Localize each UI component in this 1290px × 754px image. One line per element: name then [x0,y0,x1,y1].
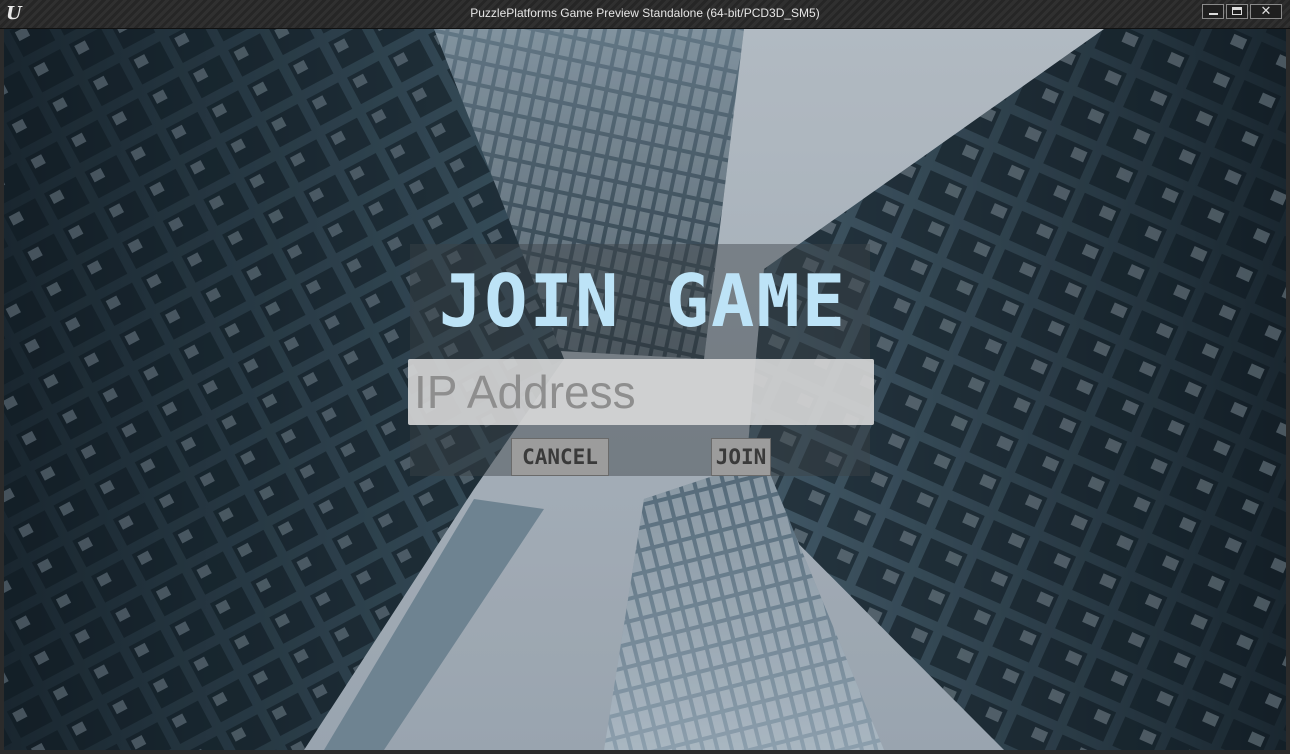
maximize-button[interactable] [1226,4,1248,19]
join-button[interactable]: JOIN [711,438,771,476]
maximize-icon [1232,7,1242,15]
minimize-button[interactable] [1202,4,1224,19]
close-icon: ✕ [1260,4,1272,19]
window-controls: ✕ [1202,4,1282,19]
cancel-button[interactable]: CANCEL [511,438,609,476]
minimize-icon [1209,13,1218,15]
menu-title: JOIN GAME [438,259,848,343]
ip-address-input[interactable] [408,359,874,425]
game-window: U PuzzlePlatforms Game Preview Standalon… [0,0,1290,754]
title-bar[interactable]: U PuzzlePlatforms Game Preview Standalon… [0,0,1290,29]
close-button[interactable]: ✕ [1250,4,1282,19]
window-title: PuzzlePlatforms Game Preview Standalone … [470,6,820,20]
